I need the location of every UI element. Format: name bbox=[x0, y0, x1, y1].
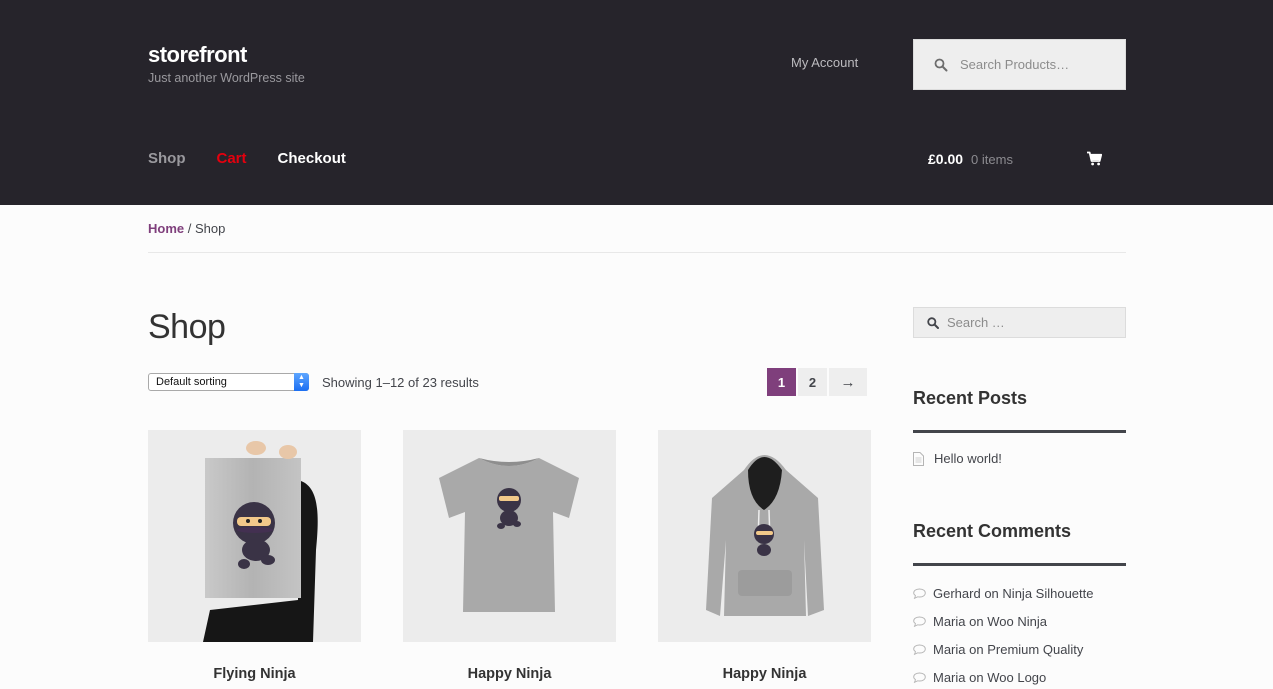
product-card[interactable]: Happy Ninja bbox=[658, 430, 871, 682]
primary-navigation: Shop Cart Checkout bbox=[148, 150, 377, 167]
site-description: Just another WordPress site bbox=[148, 71, 305, 85]
page-title: Shop bbox=[148, 308, 226, 346]
recent-comment-item: Maria on Premium Quality bbox=[913, 642, 1083, 657]
breadcrumb: Home / Shop bbox=[148, 221, 225, 236]
pagination: 1 2 → bbox=[767, 368, 869, 396]
breadcrumb-current: Shop bbox=[195, 221, 226, 236]
widget-divider bbox=[913, 430, 1126, 433]
recent-comment-item: Maria on Woo Ninja bbox=[913, 614, 1047, 629]
hoodie-image bbox=[658, 430, 871, 642]
product-card[interactable]: Flying Ninja bbox=[148, 430, 361, 682]
header-cart[interactable]: £0.00 0 items bbox=[928, 151, 1102, 167]
product-title[interactable]: Flying Ninja bbox=[148, 666, 361, 682]
recent-post-item[interactable]: Hello world! bbox=[913, 451, 1002, 466]
breadcrumb-separator: / bbox=[187, 221, 192, 236]
shopping-cart-icon bbox=[1087, 151, 1102, 166]
comment-post-link[interactable]: Ninja Silhouette bbox=[1002, 586, 1093, 601]
tshirt-image bbox=[403, 430, 616, 642]
comment-post-link[interactable]: Premium Quality bbox=[987, 642, 1083, 657]
my-account-link[interactable]: My Account bbox=[791, 55, 858, 70]
nav-item-cart[interactable]: Cart bbox=[217, 150, 247, 167]
recent-posts-title: Recent Posts bbox=[913, 388, 1028, 408]
comment-bubble-icon bbox=[913, 672, 926, 683]
sidebar-search-input[interactable] bbox=[947, 315, 1117, 330]
pagination-next-button[interactable]: → bbox=[829, 368, 867, 396]
document-icon bbox=[913, 451, 924, 466]
pagination-page-current: 1 bbox=[767, 368, 796, 396]
select-arrows-icon: ▲ ▼ bbox=[294, 373, 309, 391]
site-title[interactable]: storefront bbox=[148, 42, 247, 68]
comment-bubble-icon bbox=[913, 588, 926, 599]
product-title[interactable]: Happy Ninja bbox=[658, 666, 871, 682]
comment-author[interactable]: Maria bbox=[933, 614, 966, 629]
site-header: storefront Just another WordPress site M… bbox=[0, 0, 1273, 205]
sorting-select[interactable]: Default sorting ▲ ▼ bbox=[148, 373, 309, 391]
recent-post-link[interactable]: Hello world! bbox=[934, 451, 1002, 466]
comment-on: on bbox=[969, 614, 984, 629]
comment-author[interactable]: Gerhard bbox=[933, 586, 981, 601]
product-image[interactable] bbox=[403, 430, 616, 642]
result-count: Showing 1–12 of 23 results bbox=[322, 375, 479, 390]
product-card[interactable]: Happy Ninja bbox=[403, 430, 616, 682]
comment-on: on bbox=[969, 642, 984, 657]
recent-comment-item: Gerhard on Ninja Silhouette bbox=[913, 586, 1093, 601]
comment-author[interactable]: Maria bbox=[933, 670, 966, 685]
breadcrumb-home-link[interactable]: Home bbox=[148, 221, 184, 236]
breadcrumb-divider bbox=[148, 252, 1126, 253]
comment-on: on bbox=[969, 670, 984, 685]
search-icon bbox=[934, 58, 948, 71]
comment-post-link[interactable]: Woo Ninja bbox=[987, 614, 1047, 629]
comment-bubble-icon bbox=[913, 616, 926, 627]
cart-amount: £0.00 bbox=[928, 151, 964, 167]
comment-bubble-icon bbox=[913, 644, 926, 655]
cart-item-count: 0 items bbox=[971, 151, 1013, 167]
comment-author[interactable]: Maria bbox=[933, 642, 966, 657]
poster-image bbox=[148, 430, 361, 642]
header-search-box[interactable] bbox=[913, 39, 1126, 90]
recent-comment-item: Maria on Woo Logo bbox=[913, 670, 1046, 685]
sidebar-search-box[interactable] bbox=[913, 307, 1126, 338]
product-search-input[interactable] bbox=[960, 57, 1110, 72]
comment-post-link[interactable]: Woo Logo bbox=[987, 670, 1046, 685]
sorting-selected-value: Default sorting bbox=[156, 376, 227, 388]
product-image[interactable] bbox=[658, 430, 871, 642]
widget-divider bbox=[913, 563, 1126, 566]
product-title[interactable]: Happy Ninja bbox=[403, 666, 616, 682]
recent-comments-title: Recent Comments bbox=[913, 521, 1072, 541]
search-icon bbox=[927, 316, 939, 329]
nav-item-checkout[interactable]: Checkout bbox=[278, 150, 346, 167]
nav-item-shop[interactable]: Shop bbox=[148, 150, 186, 167]
product-image[interactable] bbox=[148, 430, 361, 642]
pagination-page-link[interactable]: 2 bbox=[798, 368, 827, 396]
comment-on: on bbox=[984, 586, 999, 601]
